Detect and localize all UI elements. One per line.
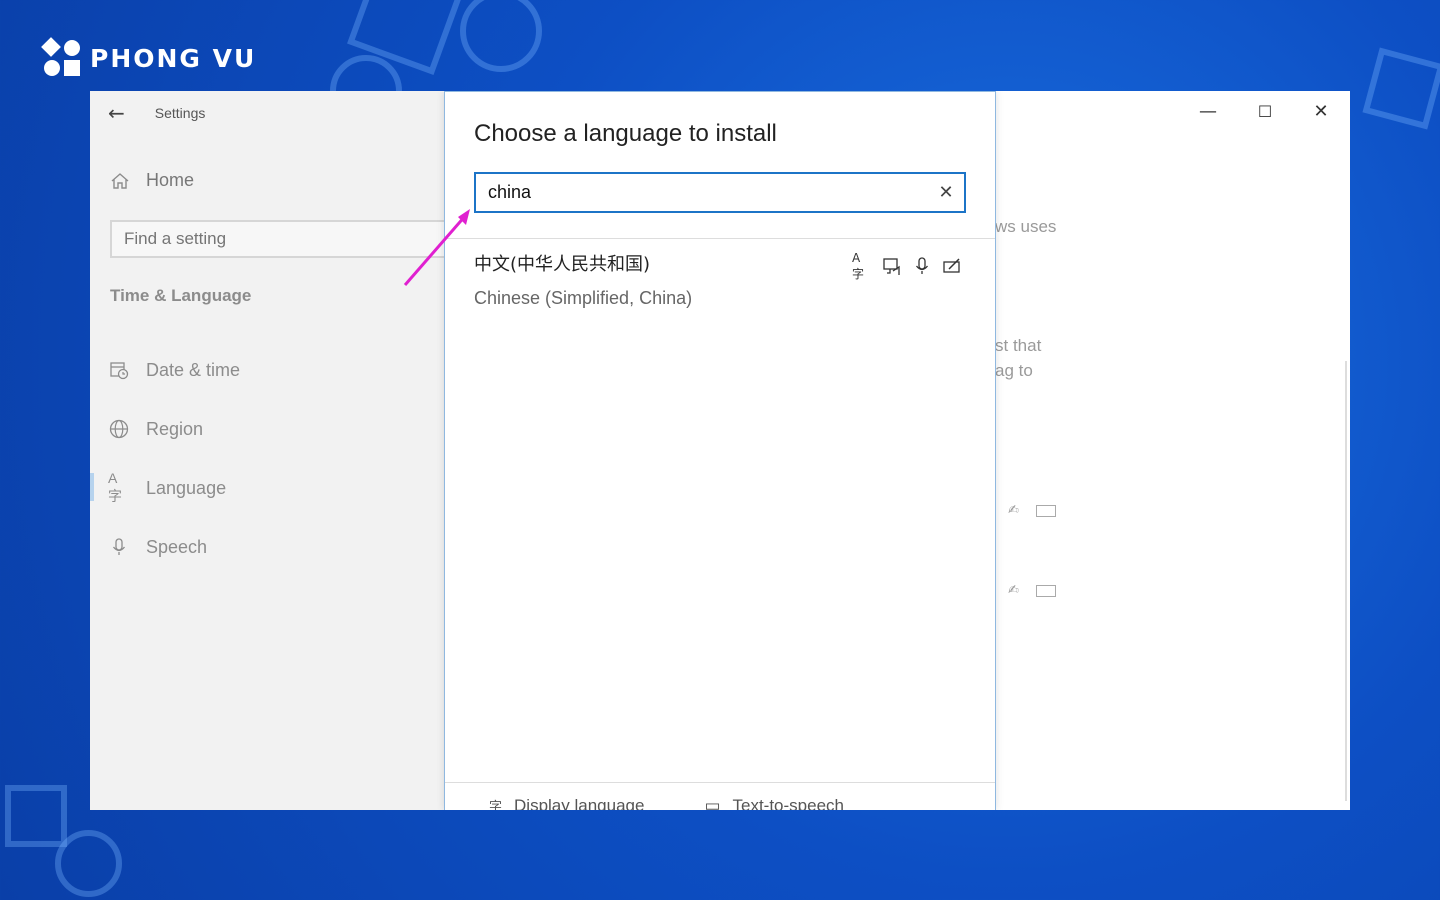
text-to-speech-icon [882, 256, 902, 276]
scrollbar[interactable] [1345, 361, 1347, 801]
find-setting-input[interactable] [112, 222, 448, 256]
window-header: ← Settings [108, 101, 205, 125]
clear-search-icon[interactable]: ✕ [928, 174, 964, 211]
brand-logo: PHONG VU [41, 37, 257, 78]
close-button[interactable]: ✕ [1301, 99, 1341, 123]
background-text-fragment: st that [995, 336, 1042, 355]
handwriting-icon: ✍ [1008, 503, 1019, 518]
language-search-field[interactable]: ✕ [474, 172, 966, 213]
language-result-item[interactable]: 中文(中华人民共和国) Chinese (Simplified, China) … [474, 250, 966, 312]
decorative-circle [55, 830, 122, 897]
sidebar-item-date-time[interactable]: Date & time [108, 359, 240, 381]
settings-window: ← Settings Home Time & Language Date & t… [90, 91, 1350, 810]
sidebar: ← Settings Home Time & Language Date & t… [90, 91, 450, 810]
speech-recognition-icon [912, 256, 932, 276]
logo-mark-icon [41, 37, 82, 78]
handwriting-icon [942, 256, 962, 276]
divider [445, 238, 995, 239]
decorative-circle [460, 0, 542, 72]
window-title: Settings [154, 105, 206, 121]
maximize-button[interactable]: ☐ [1245, 99, 1285, 123]
display-language-icon: 字 [489, 799, 503, 810]
feature-legend: 字 Display language ▭ Text-to-speech [489, 796, 844, 810]
annotation-arrow [403, 209, 470, 286]
legend-label: Text-to-speech [732, 796, 845, 810]
sidebar-item-speech[interactable]: Speech [108, 536, 207, 558]
language-search-input[interactable] [476, 174, 928, 211]
minimize-button[interactable]: — [1188, 99, 1228, 123]
display-language-icon: A字 [852, 250, 865, 281]
sidebar-home-label: Home [146, 170, 195, 190]
divider [445, 782, 995, 783]
calendar-clock-icon [108, 359, 130, 381]
choose-language-dialog: Choose a language to install ✕ 中文(中华人民共和… [444, 91, 996, 810]
sidebar-item-label: Language [146, 477, 227, 498]
keyboard-icon [1036, 505, 1056, 517]
sidebar-item-language[interactable]: A字 Language [108, 470, 227, 504]
language-native-name: 中文(中华人民共和国) [474, 254, 651, 275]
active-indicator [90, 473, 94, 501]
decorative-square [1362, 47, 1440, 130]
legend-label: Display language [514, 796, 645, 810]
globe-icon [108, 418, 130, 440]
decorative-square [5, 785, 67, 847]
brand-name: PHONG VU [90, 43, 257, 73]
language-feature-icons: A字 [852, 250, 962, 281]
microphone-icon [108, 536, 130, 558]
sidebar-item-region[interactable]: Region [108, 418, 203, 440]
sidebar-item-label: Region [146, 418, 204, 439]
section-title: Time & Language [110, 286, 252, 305]
sidebar-item-label: Date & time [146, 359, 241, 380]
find-setting-field[interactable] [110, 220, 450, 258]
text-to-speech-icon: ▭ [704, 796, 721, 810]
back-arrow-icon[interactable]: ← [108, 103, 125, 123]
legend-display-language: 字 Display language [489, 796, 644, 810]
sidebar-item-home[interactable]: Home [110, 170, 194, 191]
dialog-title: Choose a language to install [474, 120, 777, 147]
background-text-fragment: ag to [995, 361, 1033, 380]
background-text-fragment: ws uses [995, 217, 1057, 236]
language-english-name: Chinese (Simplified, China) [474, 288, 693, 308]
language-icon: A字 [108, 470, 122, 504]
home-icon [111, 172, 129, 189]
legend-text-to-speech: ▭ Text-to-speech [704, 796, 844, 810]
keyboard-icon [1036, 585, 1056, 597]
sidebar-item-label: Speech [146, 536, 208, 557]
handwriting-icon: ✍ [1008, 583, 1019, 598]
